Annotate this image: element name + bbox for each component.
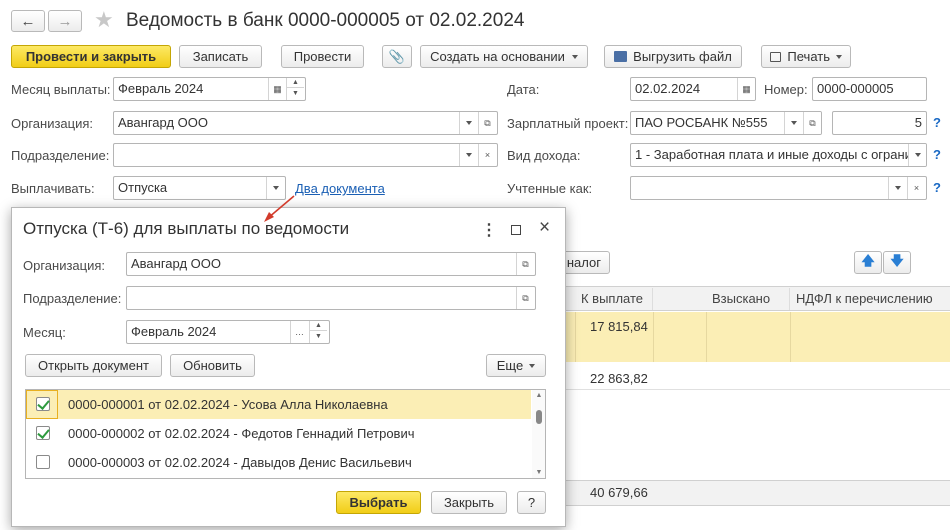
dlg-dept-field[interactable]: ⧉: [126, 286, 536, 310]
save-button[interactable]: Записать: [179, 45, 262, 68]
header-withheld[interactable]: Взыскано: [706, 288, 790, 310]
dept-field[interactable]: ×: [113, 143, 498, 167]
scrollbar[interactable]: ▲ ▼: [532, 390, 545, 478]
list-item-text: 0000-000002 от 02.02.2024 - Федотов Генн…: [68, 426, 415, 441]
month-field[interactable]: Февраль 2024 ▦ ▲ ▼: [113, 77, 306, 101]
close-button[interactable]: Закрыть: [431, 491, 507, 514]
print-button[interactable]: Печать: [761, 45, 851, 68]
arrow-down-icon: 🡇: [890, 252, 904, 268]
income-field[interactable]: 1 - Заработная плата и иные доходы с огр…: [630, 143, 927, 167]
dropdown-arrow-icon[interactable]: [459, 144, 477, 166]
row-to-pay-value: 17 815,84: [590, 319, 648, 334]
dlg-dept-label: Подразделение:: [23, 291, 122, 306]
number-field[interactable]: 0000-000005: [812, 77, 927, 101]
scroll-down-icon[interactable]: ▼: [532, 469, 545, 476]
row-checkbox[interactable]: [36, 426, 50, 440]
help-icon[interactable]: ?: [933, 180, 941, 195]
annotation-arrow: [264, 195, 295, 222]
counted-label: Учтенные как:: [507, 181, 593, 196]
select-button[interactable]: Выбрать: [336, 491, 421, 514]
dropdown-arrow-icon[interactable]: [908, 144, 926, 166]
ellipsis-icon[interactable]: …: [290, 321, 308, 343]
date-field[interactable]: 02.02.2024 ▦: [630, 77, 756, 101]
dlg-org-label: Организация:: [23, 258, 106, 273]
salary-label: Зарплатный проект:: [507, 116, 629, 131]
salary-field[interactable]: ПАО РОСБАНК №555 ⧉: [630, 111, 822, 135]
refresh-button[interactable]: Обновить: [170, 354, 255, 377]
create-based-button[interactable]: Создать на основании: [420, 45, 588, 68]
date-label: Дата:: [507, 82, 540, 97]
open-icon[interactable]: ⧉: [803, 112, 821, 134]
paperclip-icon: 📎: [388, 48, 406, 64]
scroll-thumb[interactable]: [536, 410, 542, 424]
dropdown-arrow-icon: [571, 54, 578, 59]
post-button[interactable]: Провести: [281, 45, 364, 68]
header-to-pay[interactable]: К выплате: [575, 288, 653, 310]
open-document-button[interactable]: Открыть документ: [25, 354, 162, 377]
clear-icon[interactable]: ×: [907, 177, 925, 199]
clear-icon[interactable]: ×: [478, 144, 496, 166]
dropdown-arrow-icon: [836, 54, 842, 59]
open-icon[interactable]: ⧉: [478, 112, 496, 134]
more-button[interactable]: Еще: [486, 354, 546, 377]
move-down-button[interactable]: 🡇: [883, 251, 911, 274]
more-vert-icon[interactable]: ⋮: [481, 220, 497, 240]
arrow-left-icon: ←: [20, 12, 36, 30]
header-ndfl[interactable]: НДФЛ к перечислению: [790, 288, 950, 310]
attach-button[interactable]: 📎: [382, 45, 412, 68]
org-label: Организация:: [11, 116, 94, 131]
calendar-icon[interactable]: ▦: [737, 78, 755, 100]
documents-dialog[interactable]: Отпуска (Т-6) для выплаты по ведомости ⋮…: [11, 207, 566, 527]
list-item-text: 0000-000001 от 02.02.2024 - Усова Алла Н…: [68, 397, 388, 412]
close-icon[interactable]: ×: [539, 217, 550, 239]
month-stepper[interactable]: ▲ ▼: [286, 78, 304, 100]
dropdown-arrow-icon: [529, 363, 536, 368]
help-icon[interactable]: ?: [933, 115, 941, 130]
row-checkbox[interactable]: [36, 455, 50, 469]
upload-icon: [614, 51, 628, 62]
help-icon[interactable]: ?: [933, 147, 941, 162]
list-item-text: 0000-000003 от 02.02.2024 - Давыдов Дени…: [68, 455, 412, 470]
move-up-button[interactable]: 🡅: [854, 251, 882, 274]
forward-button[interactable]: →: [48, 10, 82, 32]
calendar-icon[interactable]: ▦: [268, 78, 286, 100]
dropdown-arrow-icon[interactable]: [784, 112, 802, 134]
scroll-up-icon[interactable]: ▲: [532, 390, 545, 402]
dlg-org-field[interactable]: Авангард ООО ⧉: [126, 252, 536, 276]
dlg-month-label: Месяц:: [23, 325, 66, 340]
income-label: Вид дохода:: [507, 148, 581, 163]
dropdown-arrow-icon[interactable]: [888, 177, 906, 199]
open-icon[interactable]: ⧉: [516, 253, 534, 275]
window-title: Ведомость в банк 0000-000005 от 02.02.20…: [126, 10, 525, 31]
total-value: 40 679,66: [590, 485, 648, 500]
arrow-right-icon: →: [57, 12, 73, 30]
arrow-up-icon: 🡅: [861, 252, 875, 268]
table-divider: [540, 389, 950, 390]
row-checkbox[interactable]: [36, 397, 50, 411]
dialog-title: Отпуска (Т-6) для выплаты по ведомости: [23, 219, 350, 238]
post-close-button[interactable]: Провести и закрыть: [11, 45, 171, 68]
maximize-icon[interactable]: [511, 225, 521, 235]
printer-icon: [770, 51, 782, 62]
back-button[interactable]: ←: [11, 10, 45, 32]
dept-label: Подразделение:: [11, 148, 110, 163]
month-label: Месяц выплаты:: [11, 82, 111, 97]
documents-list[interactable]: 0000-000001 от 02.02.2024 - Усова Алла Н…: [25, 389, 546, 479]
dlg-month-field[interactable]: Февраль 2024 … ▲ ▼: [126, 320, 330, 344]
pay-label: Выплачивать:: [11, 181, 95, 196]
month-stepper[interactable]: ▲ ▼: [309, 321, 327, 343]
row-to-pay-value: 22 863,82: [590, 371, 648, 386]
star-icon[interactable]: ★: [94, 7, 114, 33]
open-icon[interactable]: ⧉: [516, 287, 534, 309]
org-field[interactable]: Авангард ООО ⧉: [113, 111, 498, 135]
number-label: Номер:: [764, 82, 808, 97]
dropdown-arrow-icon[interactable]: [459, 112, 477, 134]
docs-link[interactable]: Два документа: [295, 181, 385, 196]
salary-num-field[interactable]: 5: [832, 111, 927, 135]
upload-file-button[interactable]: Выгрузить файл: [604, 45, 742, 68]
help-button[interactable]: ?: [517, 491, 546, 514]
counted-field[interactable]: ×: [630, 176, 927, 200]
